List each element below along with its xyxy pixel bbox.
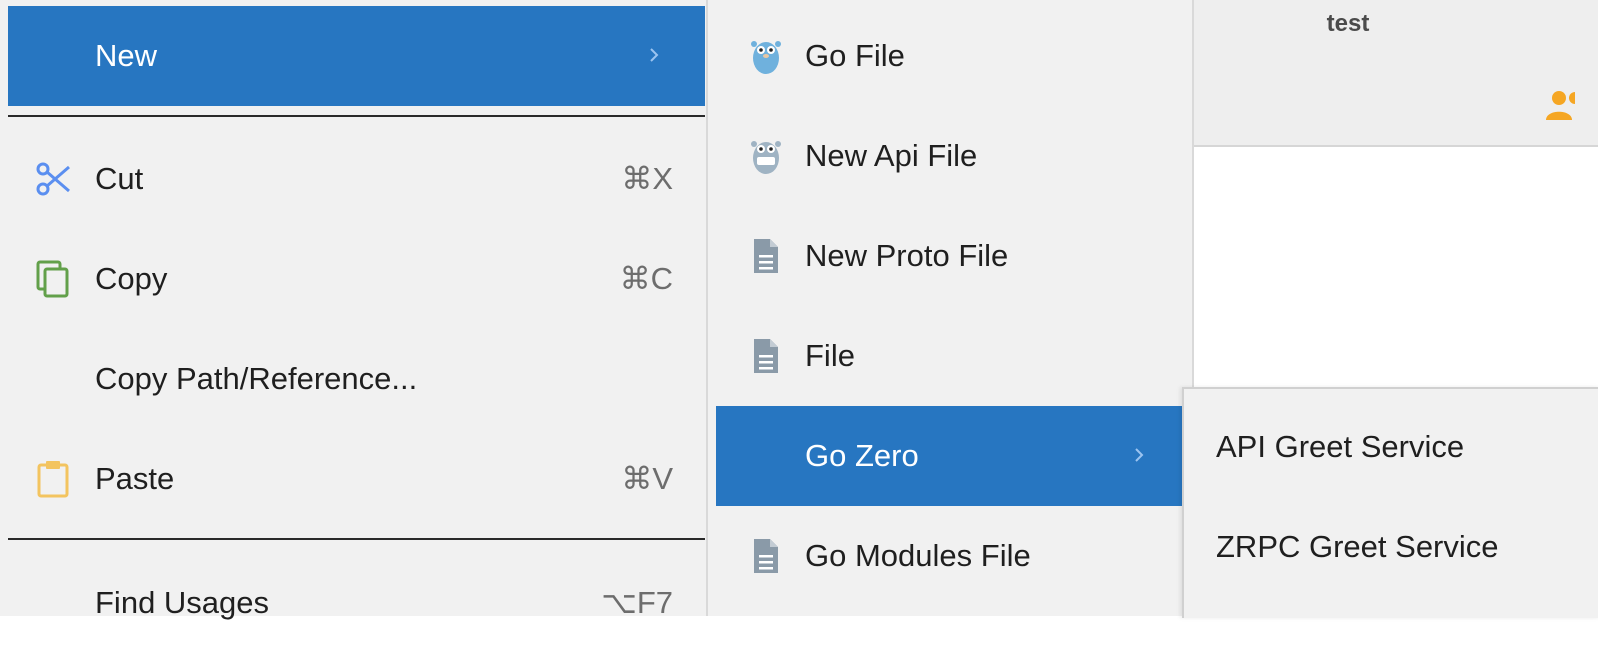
menu-item-copy[interactable]: Copy ⌘C <box>8 229 705 329</box>
menu-item-copy-path[interactable]: Copy Path/Reference... <box>8 329 705 429</box>
menu-separator <box>8 538 705 540</box>
shortcut-label: ⌘X <box>621 161 673 196</box>
copy-icon <box>34 259 74 299</box>
shortcut-label: ⌘C <box>619 261 673 296</box>
chevron-right-icon <box>643 44 665 66</box>
submenu-item-zrpc-greet-service[interactable]: ZRPC Greet Service <box>1184 489 1598 589</box>
menu-item-find-usages[interactable]: Find Usages ⌥F7 <box>8 553 705 653</box>
menu-item-cut[interactable]: Cut ⌘X <box>8 129 705 229</box>
go-zero-submenu: API Greet Service ZRPC Greet Service <box>1182 387 1598 618</box>
submenu-item-label: Go File <box>805 38 905 73</box>
scissors-icon <box>34 159 74 199</box>
gopher-icon <box>746 36 786 76</box>
menu-item-label: Copy Path/Reference... <box>95 361 418 396</box>
submenu-item-label: Go Modules File <box>805 538 1031 573</box>
submenu-item-label: New Proto File <box>805 238 1009 273</box>
person-icon[interactable] <box>1545 90 1575 120</box>
editor-header: test <box>1190 0 1598 147</box>
file-icon <box>746 236 786 276</box>
menu-item-label: New <box>95 38 158 73</box>
file-icon <box>746 536 786 576</box>
menu-item-new[interactable]: New <box>8 6 705 106</box>
submenu-item-label: API Greet Service <box>1216 429 1465 464</box>
menu-item-label: Copy <box>95 261 168 296</box>
window-title: test <box>1326 10 1370 37</box>
submenu-item-new-api-file[interactable]: New Api File <box>716 106 1186 206</box>
submenu-item-go-zero[interactable]: Go Zero <box>716 406 1186 506</box>
submenu-item-api-greet-service[interactable]: API Greet Service <box>1184 389 1598 489</box>
file-icon <box>746 336 786 376</box>
menu-separator <box>8 115 705 117</box>
context-menu: New Cut ⌘X Copy ⌘C Copy Path/Reference..… <box>0 0 712 620</box>
submenu-item-label: File <box>805 338 855 373</box>
menu-item-label: Paste <box>95 461 175 496</box>
menu-item-paste[interactable]: Paste ⌘V <box>8 429 705 529</box>
submenu-item-new-proto-file[interactable]: New Proto File <box>716 206 1186 306</box>
shortcut-label: ⌘V <box>621 461 673 496</box>
submenu-item-label: Go Zero <box>805 438 919 473</box>
gozero-gopher-icon <box>746 136 786 176</box>
chevron-right-icon <box>1128 444 1150 466</box>
clipboard-icon <box>34 459 74 499</box>
menu-item-label: Cut <box>95 161 144 196</box>
submenu-item-label: ZRPC Greet Service <box>1216 529 1499 564</box>
submenu-item-go-file[interactable]: Go File <box>716 6 1186 106</box>
submenu-item-file[interactable]: File <box>716 306 1186 406</box>
submenu-item-label: New Api File <box>805 138 978 173</box>
submenu-item-go-modules-file[interactable]: Go Modules File <box>716 506 1186 606</box>
new-submenu: Go File New Api File New Proto File File… <box>706 0 1194 616</box>
